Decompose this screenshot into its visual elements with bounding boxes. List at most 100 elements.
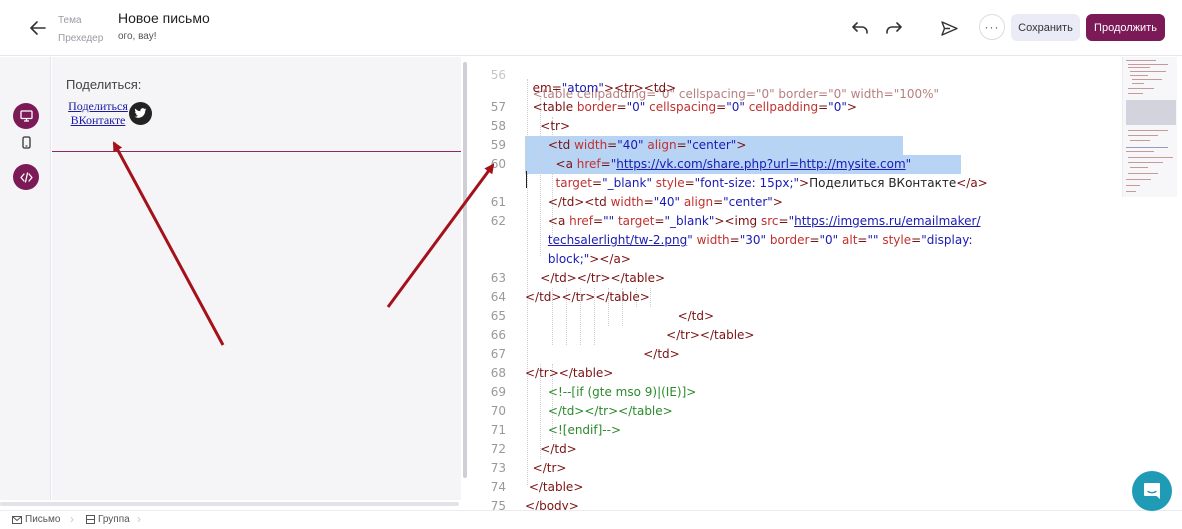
code-line: em="atom"><tr><td>: [470, 79, 1120, 98]
line-number: 69: [490, 385, 506, 399]
code-text: </tr></table>: [525, 366, 614, 380]
code-line: 67 </td>: [470, 345, 1120, 364]
code-text: <tr>: [540, 119, 571, 133]
code-text: </td>: [643, 347, 680, 361]
breadcrumb-separator: ›: [70, 512, 74, 526]
code-view-button[interactable]: [13, 164, 39, 190]
code-text: <a href="" target="_blank"><img src="htt…: [547, 214, 981, 228]
code-text: </td></tr></table>: [525, 290, 650, 304]
code-line: 69 <!--[if (gte mso 9)|(IE)]>: [470, 383, 1120, 402]
line-number: 73: [490, 461, 506, 475]
code-line: 60 <a href="https://vk.com/share.php?url…: [470, 155, 1120, 174]
line-number: 74: [490, 480, 506, 494]
line-number: 58: [490, 119, 506, 133]
email-title[interactable]: Новое письмо: [118, 9, 210, 27]
line-number: 66: [490, 328, 506, 342]
line-number: 67: [490, 347, 506, 361]
theme-label: Тема: [58, 15, 82, 26]
breadcrumb-separator: ›: [137, 512, 141, 526]
code-minimap[interactable]: [1122, 57, 1177, 197]
top-header: Тема Прехедер Новое письмо ого, вау! ···…: [0, 0, 1182, 56]
preview-horizontal-scrollbar[interactable]: [0, 502, 459, 506]
code-line: 74 </table>: [470, 478, 1120, 497]
code-line: 72 </td>: [470, 440, 1120, 459]
undo-icon: [852, 22, 868, 34]
send-icon: [940, 20, 958, 36]
line-number: 68: [490, 366, 506, 380]
chat-bubble-icon: [1144, 483, 1160, 499]
breadcrumb-email[interactable]: Письмо: [12, 514, 60, 525]
group-icon: [86, 515, 95, 524]
share-label: Поделиться:: [66, 77, 142, 92]
preview-divider: [52, 151, 461, 152]
code-text: <a href="https://vk.com/share.php?url=ht…: [555, 157, 912, 171]
code-text: </td></tr></table>: [547, 404, 673, 418]
code-line: 71 <![endif]-->: [470, 421, 1120, 440]
continue-button[interactable]: Продолжить: [1086, 14, 1165, 41]
code-line: techsalerlight/tw-2.png" width="30" bord…: [470, 231, 1120, 250]
arrow-left-icon: [30, 21, 46, 35]
bottom-breadcrumbs: Письмо › Группа ›: [0, 510, 1182, 529]
code-line: 59 <td width="40" align="center">: [470, 136, 1120, 155]
code-text: target="_blank" style="font-size: 15px;"…: [555, 176, 988, 190]
preview-scrollbar[interactable]: [463, 62, 467, 478]
code-line: 61 </td><td width="40" align="center">: [470, 193, 1120, 212]
code-text: em="atom"><tr><td>: [532, 81, 677, 95]
code-text: <table border="0" cellspacing="0" cellpa…: [532, 100, 857, 114]
code-text: </table>: [528, 480, 584, 494]
code-text: <!--[if (gte mso 9)|(IE)]>: [547, 385, 697, 399]
redo-button[interactable]: [882, 16, 906, 40]
save-button[interactable]: Сохранить: [1011, 14, 1080, 41]
code-line: 70 </td></tr></table>: [470, 402, 1120, 421]
code-text: </td><td width="40" align="center">: [547, 195, 783, 209]
code-line: 63 </td></tr></table>: [470, 269, 1120, 288]
code-text: </td></tr></table>: [540, 271, 666, 285]
redo-icon: [886, 22, 902, 34]
text-cursor: [526, 171, 527, 188]
code-text: <td width="40" align="center">: [547, 138, 747, 152]
mail-icon: [12, 515, 22, 524]
code-text: </td>: [677, 309, 715, 323]
back-button[interactable]: [26, 16, 50, 40]
line-number: 72: [490, 442, 506, 456]
code-text: </td>: [540, 442, 577, 456]
code-line: 62 <a href="" target="_blank"><img src="…: [470, 212, 1120, 231]
vk-share-link[interactable]: Поделиться ВКонтакте: [66, 99, 130, 127]
line-number: 61: [490, 195, 506, 209]
line-number: 70: [490, 404, 506, 418]
line-number: 65: [490, 309, 506, 323]
breadcrumb-group[interactable]: Группа: [86, 514, 130, 525]
code-text: techsalerlight/tw-2.png" width="30" bord…: [547, 233, 973, 247]
twitter-button[interactable]: [129, 102, 152, 125]
email-editor-app: Тема Прехедер Новое письмо ого, вау! ···…: [0, 0, 1182, 529]
undo-button[interactable]: [848, 16, 872, 40]
line-number: 62: [490, 214, 506, 228]
more-button[interactable]: ···: [979, 14, 1005, 40]
code-editor[interactable]: 56 <table cellpadding="0" cellspacing="0…: [470, 57, 1182, 517]
desktop-view-button[interactable]: [13, 103, 39, 129]
support-chat-button[interactable]: [1132, 471, 1172, 511]
meta-values: Новое письмо ого, вау!: [118, 9, 210, 46]
preheader-label: Прехедер: [58, 33, 104, 44]
code-line: 57 <table border="0" cellspacing="0" cel…: [470, 98, 1120, 117]
code-line: 66 </tr></table>: [470, 326, 1120, 345]
line-number: 59: [490, 138, 506, 152]
code-text: <![endif]-->: [547, 423, 621, 437]
mobile-view-button[interactable]: [16, 132, 36, 152]
line-number: 64: [490, 290, 506, 304]
line-number: 57: [490, 100, 506, 114]
line-number: 60: [490, 157, 506, 171]
code-text: block;"></a>: [547, 252, 631, 266]
code-text: </tr>: [532, 461, 567, 475]
code-line: 73 </tr>: [470, 459, 1120, 478]
send-test-button[interactable]: [937, 16, 961, 40]
view-toolstrip: [0, 57, 51, 500]
mobile-icon: [21, 135, 31, 149]
code-text: </tr></table>: [666, 328, 755, 342]
code-line: 64 </td></tr></table>: [470, 288, 1120, 307]
email-preview: Поделиться: Поделиться ВКонтакте: [52, 57, 461, 500]
code-line: 58 <tr>: [470, 117, 1120, 136]
twitter-icon: [134, 108, 147, 118]
line-number: 71: [490, 423, 506, 437]
preheader-value[interactable]: ого, вау!: [118, 28, 210, 46]
